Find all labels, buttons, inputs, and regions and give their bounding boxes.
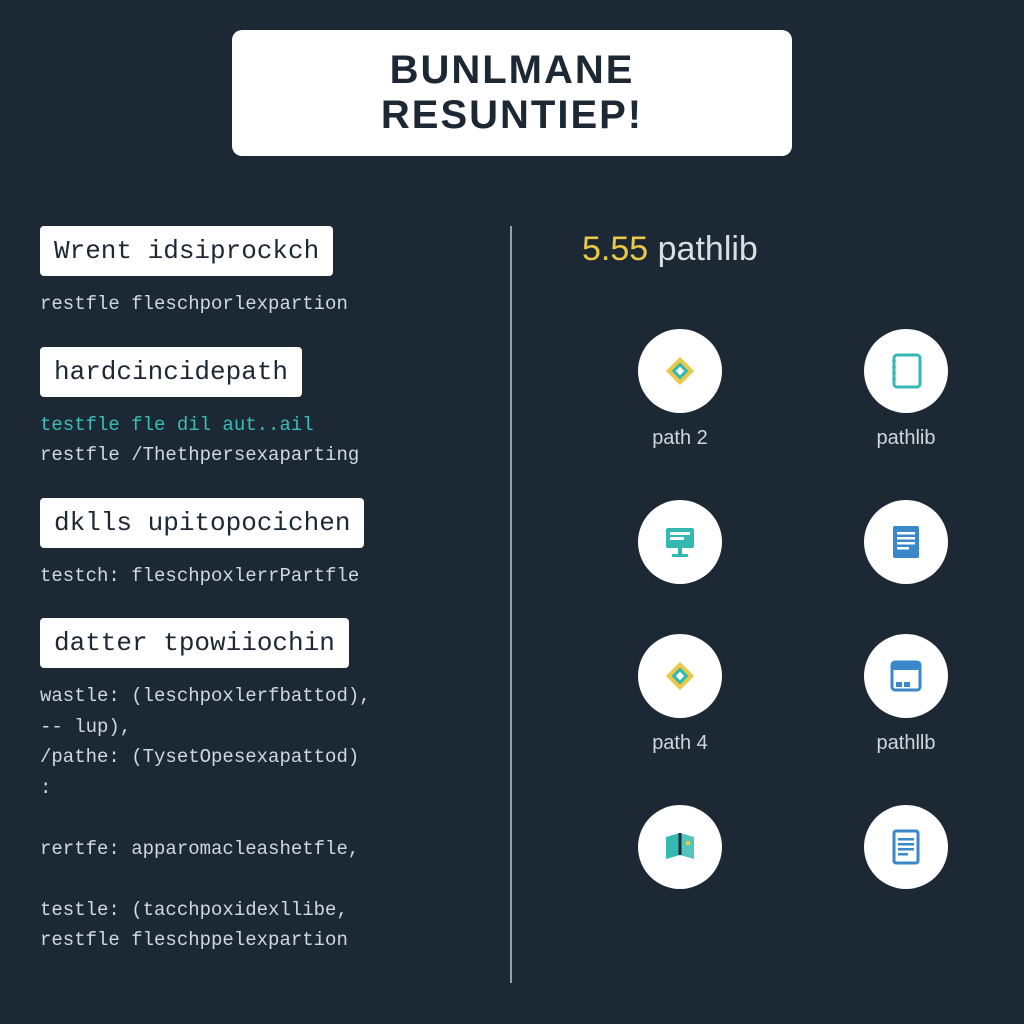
code-line [40, 804, 460, 833]
code-line: testfle fle dil aut..ail [40, 411, 460, 440]
code-line: rertfe: apparomacleashetfle, [40, 835, 460, 864]
icon-cell[interactable] [828, 500, 984, 584]
notebook-icon [864, 329, 948, 413]
icon-cell[interactable]: pathllb [828, 634, 984, 755]
column-divider [510, 226, 512, 983]
icon-cell[interactable]: path 2 [602, 329, 758, 450]
window-icon [864, 634, 948, 718]
icon-cell[interactable] [828, 805, 984, 889]
section-number: 5.55 [582, 230, 648, 268]
code-block: Wrent idsiprockch restfle fleschporlexpar… [40, 226, 460, 319]
icon-label: pathlib [877, 427, 936, 450]
code-block: dklls upitopocichen testch: fleschpoxlerr… [40, 498, 460, 591]
code-line: restfle /Thethpersexaparting [40, 441, 460, 470]
icon-cell[interactable] [602, 805, 758, 889]
doc-icon [864, 805, 948, 889]
code-line: /pathe: (TysetOpesexapattod) [40, 743, 460, 772]
code-line: restfle fleschporlexpartion [40, 290, 460, 319]
code-block: hardcincidepath testfle fle dil aut..ailr… [40, 347, 460, 470]
icon-cell[interactable]: path 4 [602, 634, 758, 755]
book-icon [638, 805, 722, 889]
section-label: Wrent idsiprockch [40, 226, 333, 276]
icon-label: path 2 [652, 427, 708, 450]
icon-cell[interactable] [602, 500, 758, 584]
section-label: hardcincidepath [40, 347, 302, 397]
section-label: datter tpowiiochin [40, 618, 349, 668]
left-column: Wrent idsiprockch restfle fleschporlexpar… [40, 226, 460, 983]
code-line: wastle: (leschpoxlerfbattod), [40, 682, 460, 711]
code-line: testle: (tacchpoxidexllibe, [40, 896, 460, 925]
right-header: 5.55 pathlib [582, 230, 984, 269]
code-line: testch: fleschpoxlerrPartfle [40, 562, 460, 591]
icon-grid: path 2 pathlib path 4 pa [582, 329, 984, 889]
section-name: pathlib [658, 230, 758, 268]
monitor-icon [638, 500, 722, 584]
icon-label: path 4 [652, 732, 708, 755]
diamond-icon [638, 329, 722, 413]
code-line: restfle fleschppelexpartion [40, 926, 460, 955]
right-column: 5.55 pathlib path 2 pathlib [562, 226, 984, 983]
code-line [40, 865, 460, 894]
diamond-icon [638, 634, 722, 718]
section-label: dklls upitopocichen [40, 498, 364, 548]
page-title: BUNLMANE RESUNTIEP! [232, 30, 792, 156]
code-block: datter tpowiiochin wastle: (leschpoxlerfb… [40, 618, 460, 955]
sheet-icon [864, 500, 948, 584]
code-line: -- lup), [40, 713, 460, 742]
icon-cell[interactable]: pathlib [828, 329, 984, 450]
icon-label: pathllb [877, 732, 936, 755]
code-line: : [40, 774, 460, 803]
